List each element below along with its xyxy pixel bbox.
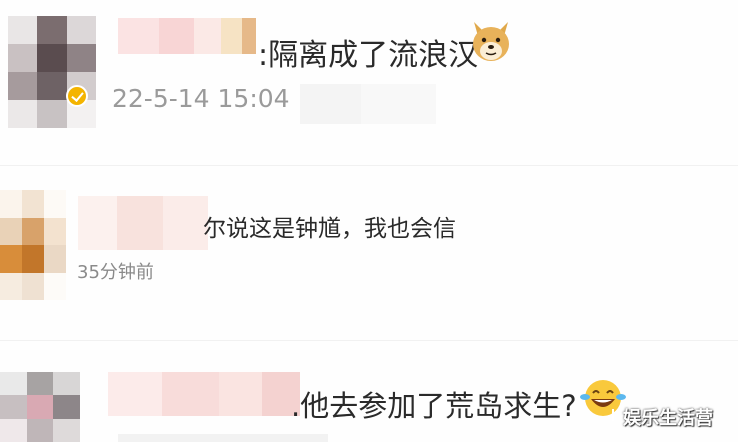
comment-text: :隔离成了流浪汉 <box>258 38 479 73</box>
watermark-mark <box>612 409 622 421</box>
comment-time: 35分钟前 <box>77 262 154 283</box>
avatar[interactable] <box>8 16 96 128</box>
watermark: 娱乐生活营 <box>623 408 713 429</box>
username[interactable] <box>118 18 256 54</box>
username[interactable] <box>78 196 208 250</box>
comment-list: :隔离成了流浪汉 22-5-14 15:04 尔说这是钟馗，我也会信 35分钟前… <box>0 0 738 442</box>
verified-icon <box>66 85 88 107</box>
divider <box>0 165 738 166</box>
avatar[interactable] <box>0 372 80 442</box>
comment-footer <box>118 434 328 442</box>
comment-text: 尔说这是钟馗，我也会信 <box>203 216 456 242</box>
doge-icon <box>473 22 509 61</box>
comment-text: .他去参加了荒岛求生? <box>291 389 577 423</box>
username[interactable] <box>108 372 300 416</box>
divider <box>0 340 738 341</box>
device-info <box>300 84 436 124</box>
avatar[interactable] <box>0 190 66 300</box>
comment-time: 22-5-14 15:04 <box>112 84 290 113</box>
